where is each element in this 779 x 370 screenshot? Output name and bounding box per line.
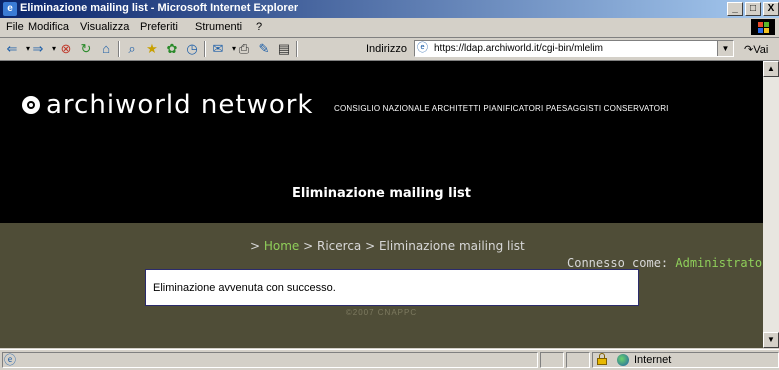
search-icon[interactable]: ⌕ [124,41,140,57]
mail-icon[interactable]: ✉ [210,41,226,57]
stop-icon[interactable]: ⊗ [58,41,74,57]
close-button[interactable]: X [763,2,779,16]
discuss-icon[interactable]: ▤ [276,41,292,57]
result-message: Eliminazione avvenuta con successo. [153,282,336,294]
breadcrumb-prefix: > [250,239,264,253]
menu-bar: File Modifica Visualizza Preferiti Strum… [0,18,779,38]
vertical-scrollbar[interactable]: ▲ ▼ [763,61,779,348]
menu-modifica[interactable]: Modifica [28,21,69,33]
refresh-icon[interactable]: ↻ [78,41,94,57]
menu-help[interactable]: ? [256,21,262,33]
toolbar-separator [296,41,298,57]
history-icon[interactable]: ◷ [184,41,200,57]
toolbar-separator [118,41,120,57]
go-label: Vai [753,44,769,56]
title-bar: e Eliminazione mailing list - Microsoft … [0,0,779,18]
go-button[interactable]: ↷Vai [744,43,768,56]
back-icon[interactable]: ⇐ [4,41,20,57]
window-title: Eliminazione mailing list - Microsoft In… [20,2,299,14]
breadcrumb-rest: > Ricerca > Eliminazione mailing list [299,239,525,253]
page-title: Eliminazione mailing list [291,186,471,201]
logo-text: archiworld network [46,90,314,120]
copyright: ©2007 CNAPPC [345,308,418,317]
site-logo[interactable]: archiworld network [22,90,314,120]
menu-file[interactable]: File [6,21,24,33]
window-controls: _ □ X [727,2,779,16]
toolbar: ⇐ ▾ ⇒ ▾ ⊗ ↻ ⌂ ⌕ ★ ✿ ◷ ✉ ▾ ⎙ ✎ ▤ Indirizz… [0,38,779,61]
internet-zone-icon [617,354,629,366]
breadcrumb: > Home > Ricerca > Eliminazione mailing … [250,239,525,253]
security-zone: Internet [634,354,672,366]
menu-strumenti[interactable]: Strumenti [195,21,242,33]
windows-logo-icon [751,19,775,35]
status-panel [566,352,590,368]
logo-mark-icon [22,96,40,114]
breadcrumb-home-link[interactable]: Home [264,239,299,253]
home-icon[interactable]: ⌂ [98,41,114,57]
favorites-icon[interactable]: ★ [144,41,160,57]
maximize-button[interactable]: □ [745,2,761,16]
site-header: archiworld network CONSIGLIO NAZIONALE A… [0,61,763,223]
address-label: Indirizzo [366,43,407,55]
ie-icon[interactable]: e [3,2,17,16]
print-icon[interactable]: ⎙ [236,41,252,57]
connected-user: Administrator [675,256,763,270]
minimize-button[interactable]: _ [727,2,743,16]
toolbar-separator [204,41,206,57]
scroll-up-icon[interactable]: ▲ [763,61,779,77]
page-viewport: archiworld network CONSIGLIO NAZIONALE A… [0,61,763,348]
scroll-down-icon[interactable]: ▼ [763,332,779,348]
status-panel-main [2,352,538,368]
status-panel [540,352,564,368]
go-arrow-icon: ↷ [744,44,754,56]
edit-icon[interactable]: ✎ [256,41,272,57]
forward-icon[interactable]: ⇒ [30,41,46,57]
lock-icon[interactable] [597,353,607,365]
page-icon: ⓔ [417,42,428,54]
address-bar[interactable]: ⓔ https://ldap.archiworld.it/cgi-bin/mle… [414,40,734,57]
menu-visualizza[interactable]: Visualizza [80,21,129,33]
menu-preferiti[interactable]: Preferiti [140,21,178,33]
connected-label: Connesso come: [567,256,676,270]
address-dropdown-icon[interactable]: ▼ [717,41,733,56]
result-message-box: Eliminazione avvenuta con successo. [145,269,639,306]
status-bar: ⓔ Internet [0,349,779,370]
logged-in-status: Connesso come: Administrator [567,256,763,270]
address-url[interactable]: https://ldap.archiworld.it/cgi-bin/mleli… [434,43,603,54]
organization-name: CONSIGLIO NAZIONALE ARCHITETTI PIANIFICA… [334,104,669,113]
media-icon[interactable]: ✿ [164,41,180,57]
